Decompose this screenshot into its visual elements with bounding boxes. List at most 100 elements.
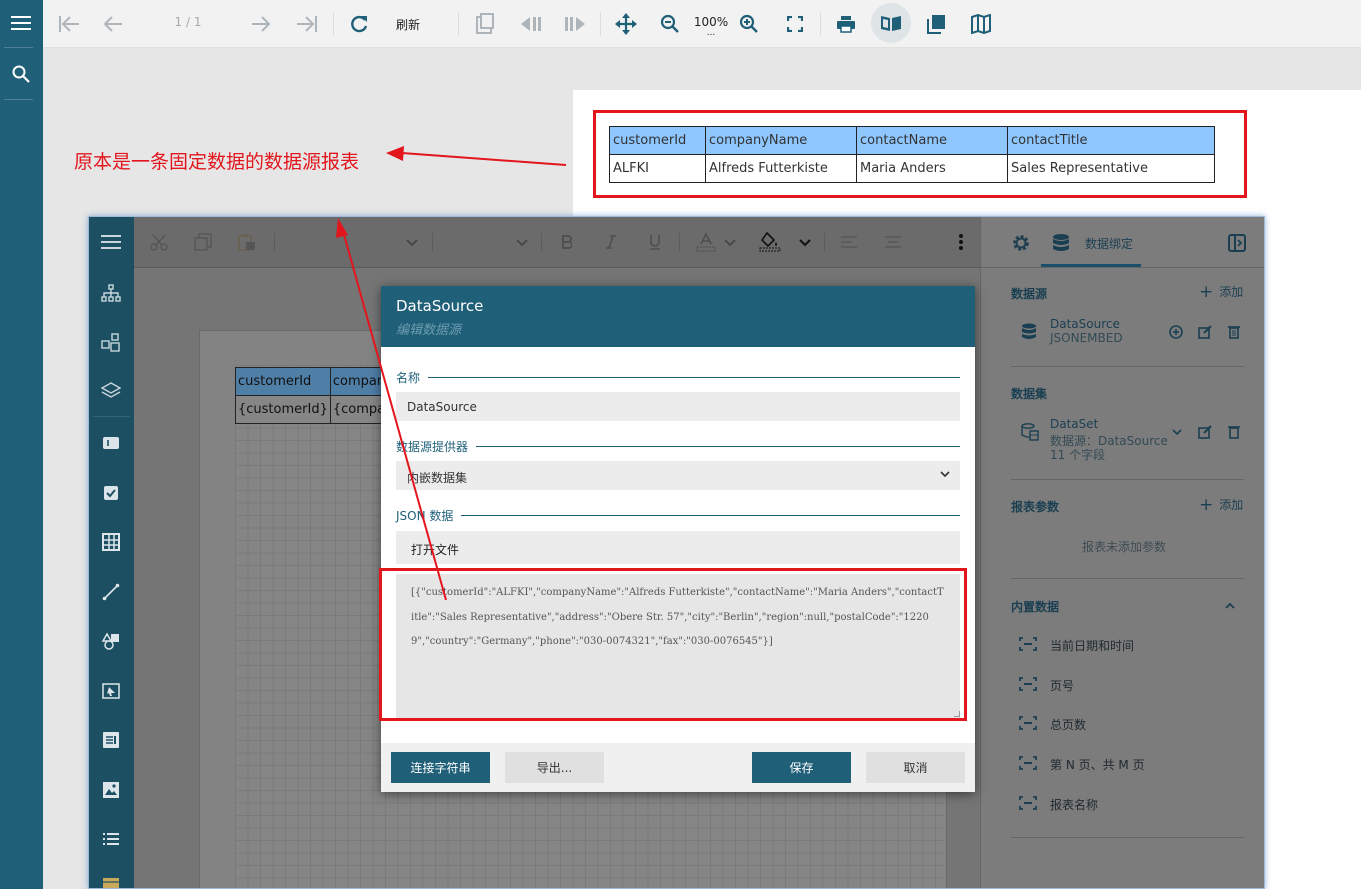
save-button[interactable]: 保存 <box>752 752 851 783</box>
align-left-icon[interactable] <box>838 231 860 253</box>
next-section-icon[interactable] <box>561 10 589 38</box>
params-empty-text: 报表未添加参数 <box>1081 540 1166 554</box>
cancel-button[interactable]: 取消 <box>866 752 965 783</box>
toolbar-divider <box>820 12 821 36</box>
dataset-name[interactable]: DataSet <box>1050 417 1098 431</box>
input-tool-icon[interactable] <box>97 677 125 705</box>
panel-toggle-icon[interactable] <box>1225 231 1249 255</box>
add-datasource-button[interactable]: + 添加 <box>1199 283 1243 300</box>
zoom-level[interactable]: 100% <box>693 15 729 29</box>
sidebar-divider <box>93 416 130 417</box>
name-input[interactable]: DataSource <box>396 392 960 421</box>
fullscreen-icon[interactable] <box>781 10 809 38</box>
paste-icon[interactable] <box>236 231 258 253</box>
builtin-item-label: 当前日期和时间 <box>1050 639 1135 653</box>
chevron-down-icon[interactable] <box>402 233 422 253</box>
dialog-subtitle: 编辑数据源 <box>396 323 462 338</box>
annotation-note: 原本是一条固定数据的数据源报表 <box>74 151 360 173</box>
underline-icon[interactable] <box>644 231 666 253</box>
textbox-tool-icon[interactable] <box>97 429 125 457</box>
more-vertical-icon[interactable] <box>950 231 972 253</box>
export-icon[interactable] <box>471 10 499 38</box>
designer-toolbar <box>134 217 980 268</box>
section-line <box>396 377 960 378</box>
edit-icon[interactable] <box>1196 423 1214 441</box>
menu-icon[interactable] <box>6 10 36 36</box>
components-icon[interactable] <box>97 329 125 357</box>
list-tool-icon[interactable] <box>97 825 125 853</box>
export-button[interactable]: 导出... <box>505 752 604 783</box>
datasource-section-title: 数据源 <box>1011 287 1048 301</box>
image-tool-icon[interactable] <box>97 776 125 804</box>
provider-select[interactable]: 内嵌数据集 <box>396 461 960 490</box>
name-label: 名称 <box>396 369 429 386</box>
designer-sidebar <box>89 217 134 888</box>
sidebar-divider <box>4 47 33 48</box>
panel-divider <box>981 267 1264 268</box>
add-circle-icon[interactable] <box>1167 323 1185 341</box>
edit-icon[interactable] <box>1196 323 1214 341</box>
dataset-fields-count: 11 个字段 <box>1050 448 1106 462</box>
panel-divider <box>1011 366 1244 367</box>
add-param-button[interactable]: + 添加 <box>1199 496 1243 513</box>
print-icon[interactable] <box>832 10 860 38</box>
zoom-dropdown[interactable]: ... <box>693 28 729 38</box>
italic-icon[interactable] <box>600 231 622 253</box>
toolbar-divider <box>600 12 601 36</box>
copy-icon[interactable] <box>192 231 214 253</box>
tab-data-binding[interactable]: 数据绑定 <box>1085 235 1133 252</box>
shape-tool-icon[interactable] <box>97 627 125 655</box>
search-icon[interactable] <box>6 60 36 88</box>
last-page-icon[interactable] <box>293 10 321 38</box>
continuous-view-icon[interactable] <box>922 10 950 38</box>
chevron-down-icon[interactable] <box>795 233 815 253</box>
json-label: JSON 数据 <box>396 507 462 524</box>
line-tool-icon[interactable] <box>97 578 125 606</box>
panel-divider <box>1011 479 1244 480</box>
cut-icon[interactable] <box>148 231 170 253</box>
refresh-button[interactable]: 刷新 <box>396 16 420 33</box>
next-page-icon[interactable] <box>247 10 275 38</box>
pan-icon[interactable] <box>612 9 640 39</box>
single-page-view-icon[interactable] <box>871 3 911 43</box>
builtin-item-label: 总页数 <box>1050 718 1087 732</box>
design-cell[interactable]: {customerId} <box>235 395 331 424</box>
trash-icon[interactable] <box>1225 423 1243 441</box>
layers-icon[interactable] <box>97 377 125 405</box>
page-indicator[interactable]: 1 / 1 <box>163 15 213 29</box>
report-tree-icon[interactable] <box>97 279 125 307</box>
galley-view-icon[interactable] <box>967 10 995 38</box>
open-file-button[interactable]: 打开文件 <box>396 531 960 564</box>
menu-icon[interactable] <box>97 229 125 255</box>
panel-divider <box>1011 578 1244 579</box>
connection-string-button[interactable]: 连接字符串 <box>391 752 490 783</box>
database-icon[interactable] <box>1049 231 1073 255</box>
table-tool-icon[interactable] <box>97 528 125 556</box>
gear-icon[interactable] <box>1009 231 1033 255</box>
align-center-icon[interactable] <box>882 231 904 253</box>
tablix-tool-icon[interactable] <box>97 873 125 888</box>
checkbox-tool-icon[interactable] <box>97 479 125 507</box>
refresh-icon[interactable] <box>345 10 373 38</box>
design-header-cell[interactable]: customerId <box>235 367 331 396</box>
highlight-box <box>593 110 1247 198</box>
font-color-icon[interactable] <box>694 230 718 254</box>
rich-text-tool-icon[interactable] <box>97 726 125 754</box>
zoom-in-icon[interactable] <box>735 10 763 38</box>
field-icon <box>1018 795 1038 811</box>
trash-icon[interactable] <box>1225 323 1243 341</box>
plus-icon: + <box>1199 494 1214 515</box>
chevron-down-icon[interactable] <box>512 233 532 253</box>
fill-color-icon[interactable] <box>758 230 782 254</box>
chevron-down-icon[interactable] <box>720 233 740 253</box>
datasource-name[interactable]: DataSource <box>1050 317 1120 331</box>
first-page-icon[interactable] <box>55 10 83 38</box>
toolbar-divider <box>541 233 542 251</box>
zoom-out-icon[interactable] <box>656 10 684 38</box>
prev-section-icon[interactable] <box>517 10 545 38</box>
prev-page-icon[interactable] <box>99 10 127 38</box>
chevron-up-icon[interactable] <box>1222 597 1238 613</box>
chevron-down-icon[interactable] <box>1168 423 1186 441</box>
bold-icon[interactable] <box>556 231 578 253</box>
provider-select-value: 内嵌数据集 <box>407 471 468 485</box>
